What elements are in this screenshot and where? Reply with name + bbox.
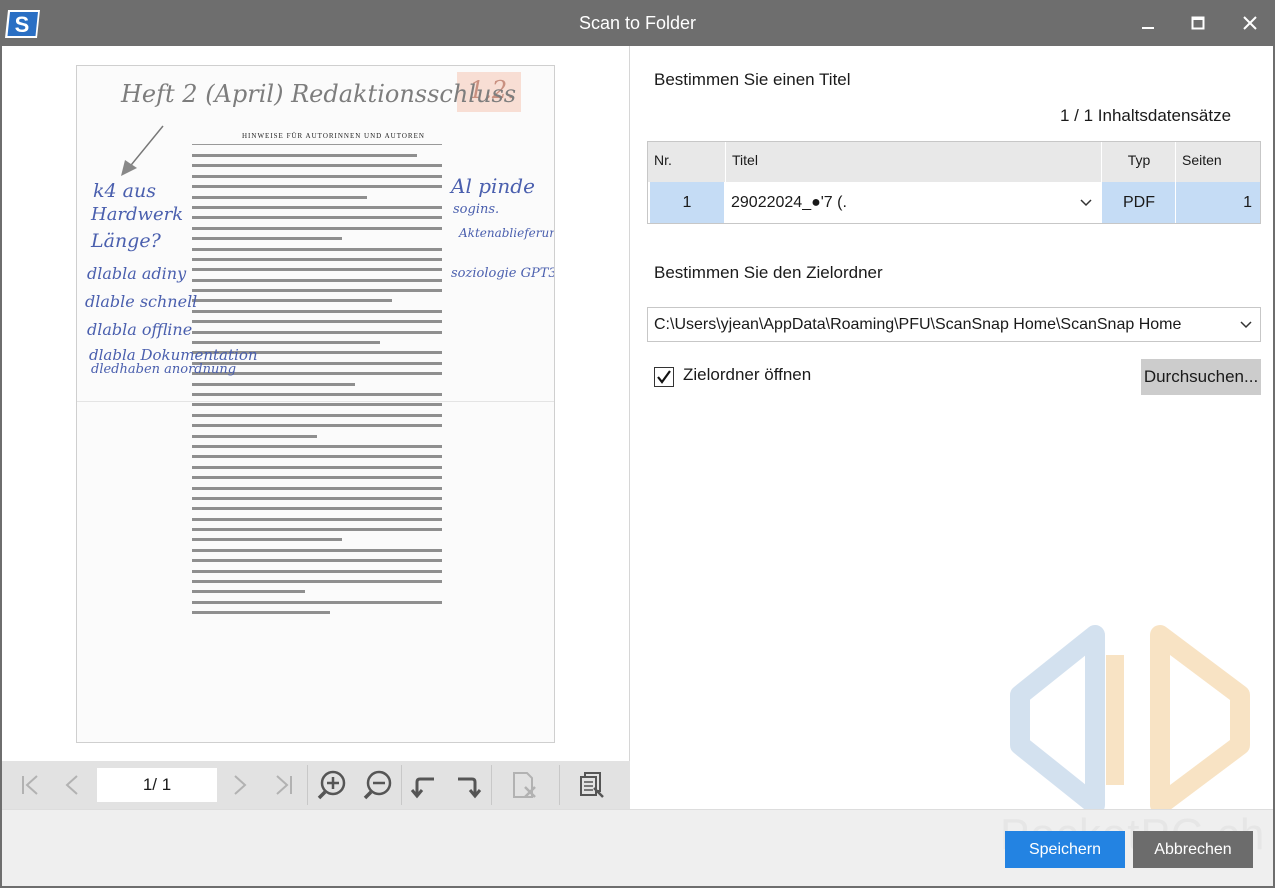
first-page-icon (22, 775, 38, 795)
close-icon (1243, 16, 1257, 30)
delete-page-button[interactable] (506, 767, 542, 803)
cell-type[interactable]: PDF (1102, 182, 1176, 223)
last-page-button[interactable] (266, 767, 302, 803)
column-header-nr: Nr. (648, 142, 726, 182)
window-title: Scan to Folder (578, 13, 697, 33)
delete-page-icon (513, 772, 536, 798)
page-list-icon (580, 772, 604, 798)
document-body-text (192, 154, 442, 622)
preview-toolbar: 1/ 1 (2, 761, 630, 809)
rotate-left-icon (410, 777, 434, 799)
column-divider (725, 142, 726, 223)
handwritten-note: dlabla adiny (87, 264, 187, 283)
toolbar-separator (401, 765, 402, 805)
rotate-right-button[interactable] (450, 767, 486, 803)
previous-page-button[interactable] (54, 767, 90, 803)
title-value: 29022024_●'7 (. (731, 193, 847, 211)
chevron-down-icon (1080, 199, 1092, 207)
scanned-page-preview[interactable]: 1.2. Heft 2 (April) Redaktionsschluss HI… (76, 65, 555, 743)
page-fold-line (77, 401, 554, 402)
open-folder-label[interactable]: Zielordner öffnen (683, 365, 811, 385)
handwritten-note: Al pinde (451, 174, 535, 198)
arrow-sketch-icon (121, 125, 164, 176)
folder-section-heading: Bestimmen Sie den Zielordner (654, 263, 883, 282)
cell-pages[interactable]: 1 (1176, 182, 1260, 223)
target-folder-path: C:\Users\yjean\AppData\Roaming\PFU\ScanS… (654, 315, 1182, 333)
heading-rule (192, 144, 442, 145)
handwritten-note: Länge? (91, 230, 161, 252)
next-page-icon (234, 775, 247, 795)
first-page-button[interactable] (12, 767, 48, 803)
zoom-in-icon (317, 770, 346, 800)
toolbar-separator (307, 765, 308, 805)
target-folder-dropdown[interactable]: C:\Users\yjean\AppData\Roaming\PFU\ScanS… (647, 307, 1261, 342)
page-list-button[interactable] (573, 767, 609, 803)
minimize-button[interactable] (1128, 6, 1168, 40)
handwritten-note: dlable schnell (85, 292, 198, 311)
last-page-icon (276, 775, 292, 795)
cell-nr[interactable]: 1 (650, 182, 724, 223)
cancel-button[interactable]: Abbrechen (1133, 831, 1253, 868)
rotate-right-icon (458, 777, 482, 799)
chevron-down-icon (1240, 321, 1252, 329)
title-dropdown[interactable]: 29022024_●'7 (. (726, 182, 1102, 223)
column-divider (1175, 142, 1176, 223)
document-heading: HINWEISE FÜR AUTORINNEN UND AUTOREN (242, 132, 425, 140)
prev-page-icon (65, 775, 78, 795)
zoom-out-icon (363, 770, 392, 800)
handwritten-note: Aktenablieferung (459, 226, 555, 240)
handwritten-note: Hardwerk (91, 204, 184, 225)
save-button[interactable]: Speichern (1005, 831, 1125, 868)
column-divider (1101, 142, 1102, 223)
column-header-pages: Seiten (1176, 142, 1260, 182)
handwritten-note: dlabla offline (87, 320, 193, 339)
page-number-input[interactable]: 1/ 1 (97, 768, 217, 802)
pocketpc-watermark-logo-icon (1010, 625, 1250, 815)
maximize-button[interactable] (1178, 6, 1218, 40)
title-bar: S Scan to Folder (0, 0, 1275, 46)
record-count: 1 / 1 Inhaltsdatensätze (1060, 106, 1232, 125)
close-button[interactable] (1230, 6, 1270, 40)
handwritten-note: soziologie GPT3 (451, 266, 555, 281)
records-table: Nr. Titel Typ Seiten 1 29022024_●'7 (. P… (647, 141, 1261, 224)
handwritten-header: Heft 2 (April) Redaktionsschluss (121, 80, 517, 108)
next-page-button[interactable] (222, 767, 258, 803)
column-header-type: Typ (1102, 142, 1176, 182)
browse-button[interactable]: Durchsuchen... (1141, 359, 1261, 395)
rotate-left-button[interactable] (406, 767, 442, 803)
column-header-title: Titel (726, 142, 1102, 182)
checkmark-icon (657, 370, 671, 384)
open-folder-checkbox[interactable] (654, 367, 674, 387)
toolbar-separator (559, 765, 560, 805)
maximize-icon (1191, 16, 1205, 30)
minimize-icon (1142, 27, 1154, 29)
zoom-out-button[interactable] (360, 767, 396, 803)
handwritten-note: k4 aus (93, 180, 156, 202)
title-section-heading: Bestimmen Sie einen Titel (654, 70, 851, 89)
zoom-in-button[interactable] (314, 767, 350, 803)
handwritten-note: dledhaben anordnung (91, 362, 237, 377)
handwritten-note: sogins. (453, 202, 500, 217)
toolbar-separator (491, 765, 492, 805)
